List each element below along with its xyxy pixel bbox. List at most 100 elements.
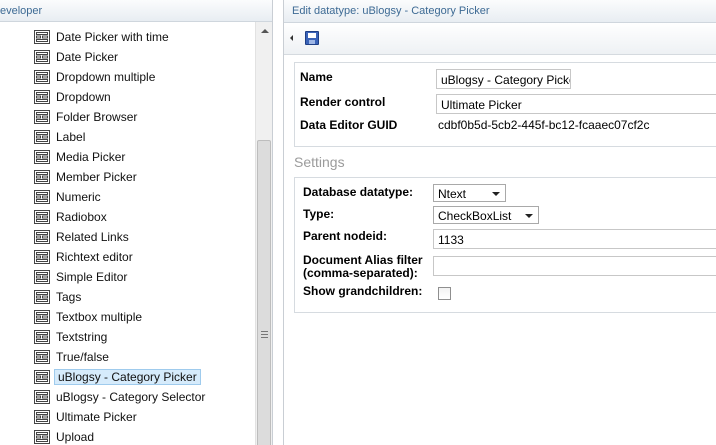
tree-item-label: Ultimate Picker [56, 410, 137, 424]
db-type-label: Database datatype: [303, 185, 414, 199]
datatype-icon [34, 310, 50, 324]
tree-item[interactable]: True/false [34, 348, 111, 366]
datatype-icon [34, 90, 50, 104]
db-type-value: Ntext [438, 187, 467, 201]
name-label: Name [300, 70, 333, 84]
tree-item-label: Numeric [56, 190, 101, 204]
tree-item[interactable]: Textbox multiple [34, 308, 144, 326]
chevron-down-icon [525, 214, 533, 218]
datatype-icon [34, 70, 50, 84]
editor-header: Edit datatype: uBlogsy - Category Picker [284, 0, 716, 23]
tree-item[interactable]: Dropdown [34, 88, 113, 106]
datatype-icon [34, 170, 50, 184]
settings-panel: Database datatype: Ntext Type: CheckBoxL… [294, 177, 716, 313]
tree-item-label: Media Picker [56, 150, 126, 164]
datatype-icon [34, 350, 50, 364]
datatype-icon [34, 190, 50, 204]
tree-item[interactable]: uBlogsy - Category Selector [34, 388, 207, 406]
tree-item[interactable]: Richtext editor [34, 248, 135, 266]
tree-panel: eveloper Date Picker with time Date Picke… [0, 0, 273, 445]
scroll-up-button[interactable] [256, 22, 272, 39]
tree-item-label: Simple Editor [56, 270, 128, 284]
datatype-icon [34, 410, 50, 424]
type-dropdown[interactable]: CheckBoxList [433, 206, 539, 224]
type-value: CheckBoxList [438, 209, 512, 223]
datatype-icon [34, 130, 50, 144]
settings-heading: Settings [294, 154, 345, 170]
tree-scrollbar[interactable] [255, 22, 272, 445]
tree-item-label: Upload [56, 430, 95, 444]
tree-item[interactable]: Numeric [34, 188, 103, 206]
scroll-thumb[interactable] [257, 140, 271, 445]
tree-item[interactable]: Ultimate Picker [34, 408, 139, 426]
tree-item-label: Date Picker with time [56, 30, 169, 44]
tree-item[interactable]: uBlogsy - Category Picker [34, 368, 201, 386]
alias-filter-input[interactable] [433, 256, 716, 276]
tree-item[interactable]: Media Picker [34, 148, 127, 166]
tree-header: eveloper [0, 0, 272, 22]
render-control-label: Render control [300, 95, 386, 109]
scroll-grip-icon [261, 331, 268, 338]
render-control-select[interactable]: Ultimate Picker [436, 94, 716, 114]
datatype-icon [34, 330, 50, 344]
tree-header-title: eveloper [0, 5, 43, 17]
parent-nodeid-input[interactable]: 1133 [433, 229, 716, 249]
name-input[interactable]: uBlogsy - Category Picker [436, 69, 571, 89]
tree-item-label: Textbox multiple [56, 310, 143, 324]
tree-item-label: Member Picker [56, 170, 137, 184]
tree-item-label: Dropdown [56, 90, 111, 104]
toolbar [284, 23, 716, 55]
datatype-icon [34, 270, 50, 284]
tree-item-label: Folder Browser [56, 110, 138, 124]
tree-item-label: Tags [56, 290, 82, 304]
alias-filter-label-line2: (comma-separated): [303, 266, 418, 280]
tree-item-label: Label [56, 130, 86, 144]
datatype-icon [34, 210, 50, 224]
tree-item[interactable]: Upload [34, 428, 96, 445]
datatype-icon [34, 150, 50, 164]
tree-item[interactable]: Date Picker [34, 48, 120, 66]
tree-item-label: Textstring [56, 330, 108, 344]
tree-item[interactable]: Textstring [34, 328, 109, 346]
chevron-down-icon [492, 192, 500, 196]
editor-title: Edit datatype: uBlogsy - Category Picker [292, 5, 490, 17]
datatype-icon [34, 250, 50, 264]
datatype-icon [34, 50, 50, 64]
show-grandchildren-label: Show grandchildren: [303, 284, 423, 298]
datatype-icon [34, 110, 50, 124]
tree-item[interactable]: Simple Editor [34, 268, 129, 286]
parent-nodeid-label: Parent nodeid: [303, 229, 388, 243]
db-type-dropdown[interactable]: Ntext [433, 184, 506, 202]
tree-item[interactable]: Label [34, 128, 87, 146]
collapse-arrow-icon[interactable] [290, 35, 293, 41]
datatype-icon [34, 390, 50, 404]
properties-panel: Name uBlogsy - Category Picker Render co… [294, 62, 716, 147]
tree-item-label: uBlogsy - Category Picker [54, 369, 201, 385]
guid-label: Data Editor GUID [300, 118, 398, 132]
tree-item[interactable]: Dropdown multiple [34, 68, 157, 86]
datatype-icon [34, 30, 50, 44]
tree-item-label: Date Picker [56, 50, 119, 64]
tree-item[interactable]: Tags [34, 288, 83, 306]
tree-item-label: Richtext editor [56, 250, 133, 264]
tree-item-label: True/false [56, 350, 109, 364]
show-grandchildren-checkbox[interactable] [438, 287, 451, 300]
tree-item-label: uBlogsy - Category Selector [56, 390, 206, 404]
guid-value: cdbf0b5d-5cb2-445f-bc12-fcaaec07cf2c [438, 118, 650, 132]
alias-filter-label: Document Alias filter (comma-separated): [303, 254, 423, 280]
save-icon[interactable] [305, 31, 319, 45]
datatype-icon [34, 370, 50, 384]
editor-panel: Edit datatype: uBlogsy - Category Picker… [283, 0, 716, 445]
tree-item[interactable]: Radiobox [34, 208, 109, 226]
tree-item[interactable]: Date Picker with time [34, 28, 171, 46]
datatype-icon [34, 430, 50, 444]
tree-item[interactable]: Member Picker [34, 168, 139, 186]
type-label: Type: [303, 207, 335, 221]
datatype-icon [34, 230, 50, 244]
datatype-icon [34, 290, 50, 304]
tree-item-label: Related Links [56, 230, 129, 244]
tree-item-label: Radiobox [56, 210, 107, 224]
tree-item[interactable]: Related Links [34, 228, 131, 246]
tree-item-label: Dropdown multiple [56, 70, 156, 84]
tree-item[interactable]: Folder Browser [34, 108, 139, 126]
